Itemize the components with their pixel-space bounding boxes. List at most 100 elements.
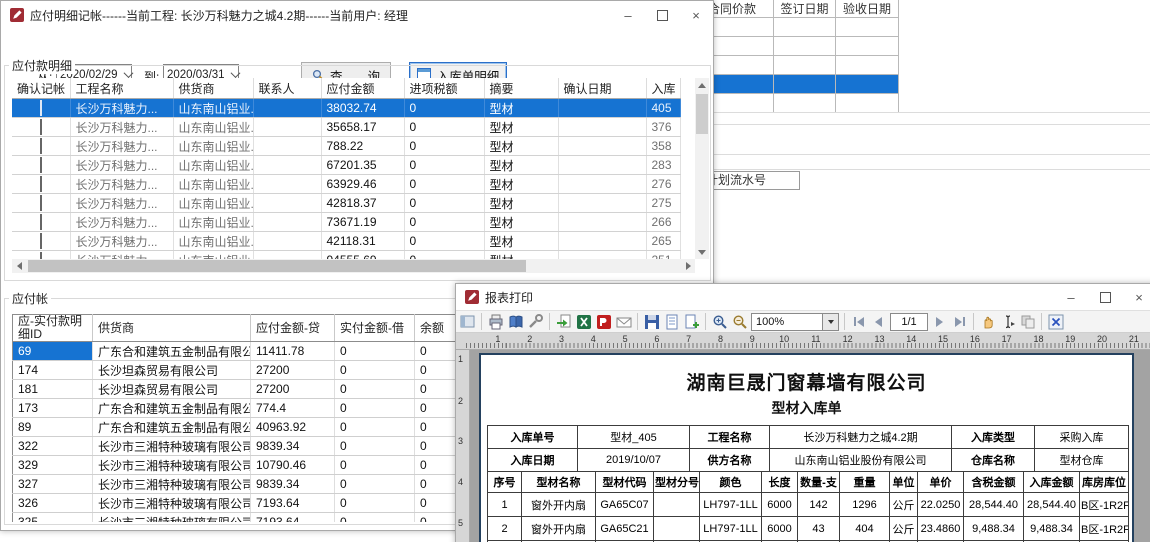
col-confirm-date[interactable]: 确认日期 [558, 78, 646, 99]
scroll-up-icon[interactable] [695, 78, 709, 92]
scroll-left-icon[interactable] [12, 259, 26, 273]
cell-contact[interactable] [253, 137, 321, 156]
cell-supplier[interactable]: 山东南山铝业... [173, 194, 253, 213]
zoom-in-icon[interactable] [711, 313, 728, 330]
cell-contact[interactable] [253, 213, 321, 232]
cell-inbound[interactable]: 275 [646, 194, 680, 213]
cell-supplier[interactable]: 山东南山铝业... [173, 156, 253, 175]
cell-credit[interactable]: 0 [335, 418, 415, 437]
cell-contact[interactable] [253, 175, 321, 194]
sidebar-toggle-icon[interactable] [459, 313, 476, 330]
table-row[interactable]: 长沙万科魅力... 山东南山铝业... 42118.31 0 型材 265 [12, 232, 680, 251]
copy-icon[interactable] [1019, 313, 1036, 330]
cell-amount[interactable]: 63929.46 [321, 175, 404, 194]
cell-inbound[interactable]: 283 [646, 156, 680, 175]
col-project[interactable]: 工程名称 [70, 78, 173, 99]
cell-id[interactable]: 327 [13, 475, 93, 494]
first-page-icon[interactable] [850, 313, 867, 330]
confirm-checkbox[interactable] [40, 100, 42, 116]
cell-id[interactable]: 174 [13, 361, 93, 380]
cell-project[interactable]: 长沙万科魅力... [70, 194, 173, 213]
cell-confirm-date[interactable] [558, 194, 646, 213]
cell-debit[interactable]: 9839.34 [251, 437, 335, 456]
cell-credit[interactable]: 0 [335, 513, 415, 523]
title-bar[interactable]: 报表打印 – × [456, 284, 1150, 310]
minimize-icon[interactable]: – [1054, 283, 1088, 311]
cell-summary[interactable]: 型材 [484, 175, 558, 194]
confirm-checkbox[interactable] [40, 195, 42, 211]
col-debit[interactable]: 应付金额-贷 [251, 315, 335, 342]
table-row[interactable] [691, 94, 899, 113]
cell-supplier[interactable]: 广东合和建筑五金制品有限公司 [93, 418, 251, 437]
cell-project[interactable]: 长沙万科魅力... [70, 137, 173, 156]
cell-credit[interactable]: 0 [335, 475, 415, 494]
cell-amount[interactable]: 94555.69 [321, 251, 404, 260]
cell-supplier[interactable]: 长沙市三湘特种玻璃有限公司 [93, 456, 251, 475]
table-row[interactable]: 89 广东合和建筑五金制品有限公司 40963.92 0 0 [13, 418, 493, 437]
confirm-checkbox[interactable] [40, 176, 42, 192]
cell-project[interactable]: 长沙万科魅力... [70, 156, 173, 175]
scroll-down-icon[interactable] [695, 245, 709, 259]
cell-inbound[interactable]: 266 [646, 213, 680, 232]
cell-debit[interactable]: 7193.64 [251, 494, 335, 513]
cell-project[interactable]: 长沙万科魅力... [70, 175, 173, 194]
cell-summary[interactable]: 型材 [484, 251, 558, 260]
zoom-out-icon[interactable] [731, 313, 748, 330]
cell-tax[interactable]: 0 [404, 175, 484, 194]
confirm-checkbox[interactable] [40, 252, 42, 259]
minimize-icon[interactable]: – [611, 1, 645, 29]
col-inbound[interactable]: 入库 [646, 78, 680, 99]
vertical-scrollbar[interactable] [695, 78, 709, 259]
cell-id[interactable]: 89 [13, 418, 93, 437]
cell-tax[interactable]: 0 [404, 232, 484, 251]
cell-tax[interactable]: 0 [404, 213, 484, 232]
cell-supplier[interactable]: 长沙坦森贸易有限公司 [93, 380, 251, 399]
maximize-icon[interactable] [645, 1, 679, 29]
cell-credit[interactable]: 0 [335, 494, 415, 513]
zoom-level-select[interactable]: 100% [751, 313, 839, 331]
cell-amount[interactable]: 42818.37 [321, 194, 404, 213]
cell-debit[interactable]: 11411.78 [251, 342, 335, 361]
add-document-icon[interactable] [683, 313, 700, 330]
scrollbar-thumb[interactable] [696, 94, 708, 134]
cell-tax[interactable]: 0 [404, 251, 484, 260]
document-icon[interactable] [663, 313, 680, 330]
cell-debit[interactable]: 10790.46 [251, 456, 335, 475]
cell-inbound[interactable]: 265 [646, 232, 680, 251]
cell-amount[interactable]: 42118.31 [321, 232, 404, 251]
table-row[interactable] [691, 75, 899, 94]
horizontal-scrollbar[interactable] [12, 259, 695, 273]
pdf-icon[interactable] [595, 313, 612, 330]
cell-inbound[interactable]: 376 [646, 118, 680, 137]
cell-summary[interactable]: 型材 [484, 99, 558, 118]
plan-serial-field[interactable]: 计划流水号 [702, 171, 800, 190]
cell-tax[interactable]: 0 [404, 156, 484, 175]
cell-amount[interactable]: 35658.17 [321, 118, 404, 137]
cell-inbound[interactable]: 358 [646, 137, 680, 156]
cell-confirm-date[interactable] [558, 118, 646, 137]
cell-contact[interactable] [253, 232, 321, 251]
cell-amount[interactable]: 67201.35 [321, 156, 404, 175]
cell-summary[interactable]: 型材 [484, 194, 558, 213]
cell-summary[interactable]: 型材 [484, 137, 558, 156]
table-row[interactable] [691, 56, 899, 75]
cell-summary[interactable]: 型材 [484, 118, 558, 137]
cell-amount[interactable]: 38032.74 [321, 99, 404, 118]
cell-confirm-date[interactable] [558, 251, 646, 260]
cell-summary[interactable]: 型材 [484, 156, 558, 175]
text-select-icon[interactable] [999, 313, 1016, 330]
cell-supplier[interactable]: 山东南山铝业... [173, 175, 253, 194]
cell-credit[interactable]: 0 [335, 380, 415, 399]
cell-supplier[interactable]: 广东合和建筑五金制品有限公司 [93, 399, 251, 418]
col-tax[interactable]: 进项税额 [404, 78, 484, 99]
cell-id[interactable]: 181 [13, 380, 93, 399]
confirm-checkbox[interactable] [40, 138, 42, 154]
maximize-icon[interactable] [1088, 283, 1122, 311]
col-credit[interactable]: 实付金额-借 [335, 315, 415, 342]
table-row[interactable]: 322 长沙市三湘特种玻璃有限公司 9839.34 0 0 [13, 437, 493, 456]
col-supplier[interactable]: 供货商 [93, 315, 251, 342]
cell-credit[interactable]: 0 [335, 399, 415, 418]
cell-summary[interactable]: 型材 [484, 213, 558, 232]
cell-supplier[interactable]: 山东南山铝业... [173, 232, 253, 251]
table-row[interactable]: 长沙万科魅力... 山东南山铝业... 35658.17 0 型材 376 [12, 118, 680, 137]
